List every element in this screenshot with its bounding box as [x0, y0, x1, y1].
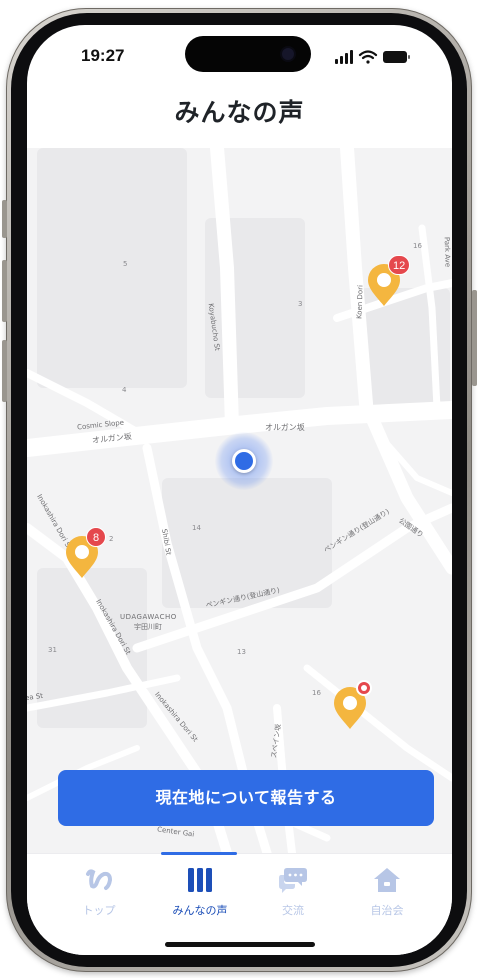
- new-report-dot: [356, 680, 372, 696]
- tab-label: トップ: [82, 904, 116, 917]
- tab-neighborhood-association[interactable]: 自治会: [334, 854, 440, 924]
- app-screen: 19:27 みんなの声 Cosmic Slope オルガン坂 オルガン坂 Koy…: [27, 25, 452, 955]
- block-number: 16: [312, 689, 321, 697]
- report-current-location-button[interactable]: 現在地について報告する: [58, 770, 434, 826]
- block-number: 3: [298, 300, 303, 308]
- house-icon: [374, 868, 400, 892]
- page-title: みんなの声: [174, 98, 305, 127]
- action-button: [2, 200, 7, 238]
- block-number: 2: [109, 535, 114, 543]
- tab-bar: トップ みんなの声 交流 自治会: [27, 852, 452, 955]
- map-roads: [27, 148, 452, 853]
- area-label: UDAGAWACHO: [120, 613, 177, 621]
- report-count-badge: 12: [388, 255, 411, 275]
- tab-voices[interactable]: みんなの声: [147, 854, 253, 924]
- battery-icon: [383, 51, 410, 63]
- block-number: 31: [48, 646, 57, 654]
- home-indicator[interactable]: [165, 942, 315, 947]
- block-number: 16: [413, 242, 422, 250]
- area-label: 宇田川町: [134, 623, 162, 631]
- block-number: 13: [237, 648, 246, 656]
- front-camera: [282, 48, 294, 60]
- street-label: Park Ave: [442, 236, 452, 268]
- current-location-dot: [232, 449, 256, 473]
- status-icons: [335, 49, 413, 65]
- tab-label: 自治会: [370, 904, 404, 917]
- report-count-badge: 8: [86, 527, 106, 547]
- tab-top[interactable]: トップ: [46, 854, 152, 924]
- volume-up-button: [2, 260, 7, 322]
- block-number: 14: [192, 524, 201, 532]
- block-number: 5: [123, 260, 128, 268]
- street-label: Koen Dori: [355, 284, 365, 320]
- tab-label: みんなの声: [172, 904, 228, 917]
- power-button: [472, 290, 477, 386]
- voices-icon: [188, 868, 212, 892]
- report-pin-12[interactable]: 12: [366, 255, 411, 307]
- street-label: オルガン坂: [265, 423, 305, 432]
- wifi-icon: [358, 50, 378, 64]
- volume-down-button: [2, 340, 7, 402]
- chat-icon: [279, 868, 307, 893]
- map-view[interactable]: Cosmic Slope オルガン坂 オルガン坂 Koyabucho St Ko…: [27, 148, 452, 853]
- tab-label: 交流: [282, 904, 304, 917]
- dynamic-island: [185, 36, 311, 72]
- report-pin[interactable]: [332, 680, 372, 730]
- status-bar: 19:27: [27, 25, 452, 95]
- report-pin-8[interactable]: 8: [64, 527, 106, 579]
- block-number: 4: [122, 386, 127, 394]
- tab-exchange[interactable]: 交流: [240, 854, 346, 924]
- status-time: 19:27: [81, 46, 125, 65]
- logo-icon: [86, 869, 113, 890]
- signal-icon: [335, 50, 353, 64]
